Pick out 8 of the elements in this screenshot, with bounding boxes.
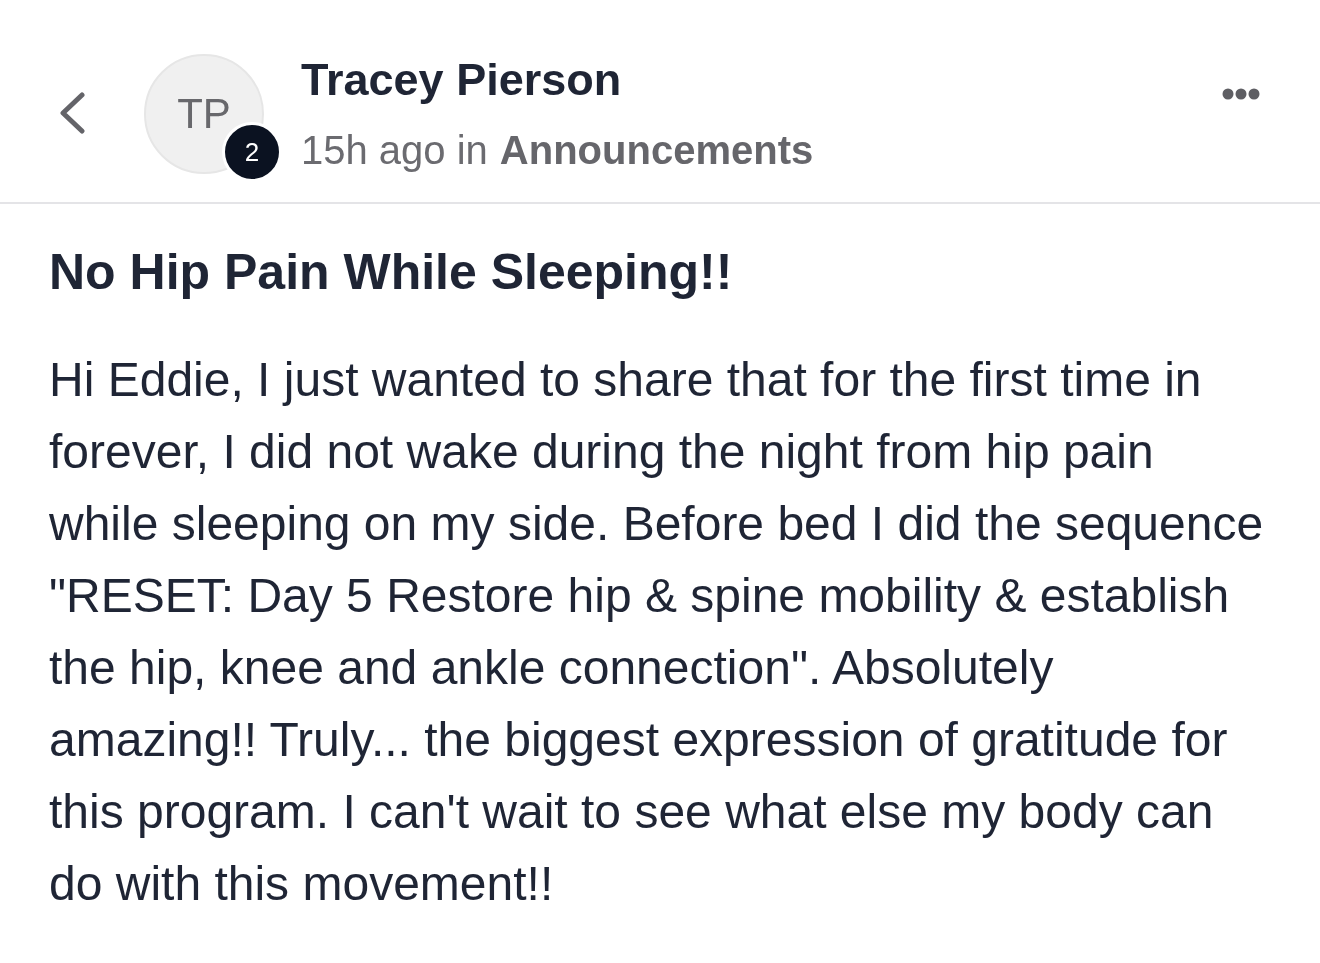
- ellipsis-icon: [1222, 87, 1260, 100]
- post-time: 15h ago in: [301, 128, 488, 172]
- level-badge: 2: [222, 122, 282, 182]
- author-name[interactable]: Tracey Pierson: [301, 55, 814, 105]
- category-link[interactable]: Announcements: [499, 128, 814, 172]
- post-body: Hi Eddie, I just wanted to share that for the first time in forever, I did not wake during the night from hip pain while sleeping on my side. Before bed I did the sequence "RESET: Day 5 Restore hip & spine mobility & establish the hip, knee and ankle connection". Absolutely amazing!! Truly... the biggest expression of gratitude for this program. I can't wait to see what else my body can do with this movement!!: [49, 352, 1264, 912]
- post-title: No Hip Pain While Sleeping!!: [49, 243, 734, 302]
- chevron-left-icon: [59, 92, 85, 134]
